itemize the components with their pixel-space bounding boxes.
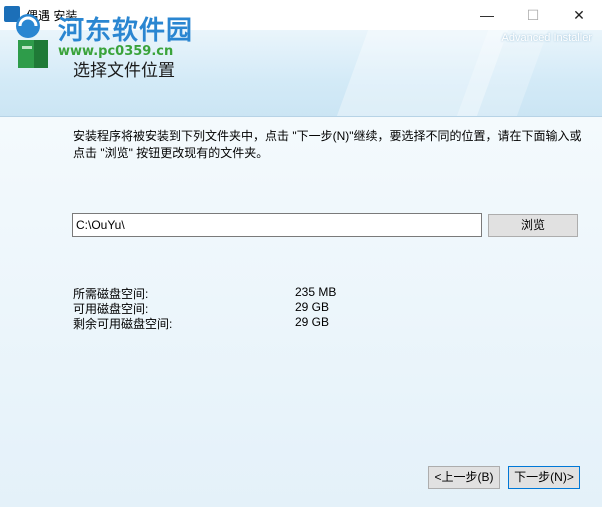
instructions-text: 安装程序将被安装到下列文件夹中，点击 "下一步(N)"继续，要选择不同的位置，请…	[73, 129, 582, 160]
maximize-button[interactable]: ☐	[510, 0, 556, 30]
minimize-button[interactable]: —	[464, 0, 510, 30]
browse-button[interactable]: 浏览	[488, 214, 578, 237]
required-space-value: 235 MB	[295, 285, 337, 299]
brand-text: Advanced Installer	[501, 32, 593, 44]
next-button[interactable]: 下一步(N)>	[508, 466, 580, 489]
back-button[interactable]: <上一步(B)	[428, 466, 500, 489]
remaining-space-value: 29 GB	[295, 315, 330, 329]
remaining-space-label: 剩余可用磁盘空间:	[73, 317, 173, 331]
close-button[interactable]: ✕	[556, 0, 602, 30]
install-path-input[interactable]	[72, 213, 482, 237]
installer-logo-icon	[16, 14, 48, 68]
watermark-title: 河东软件园	[58, 16, 194, 46]
page-title: 选择文件位置	[73, 61, 175, 80]
available-space-value: 29 GB	[295, 300, 330, 314]
